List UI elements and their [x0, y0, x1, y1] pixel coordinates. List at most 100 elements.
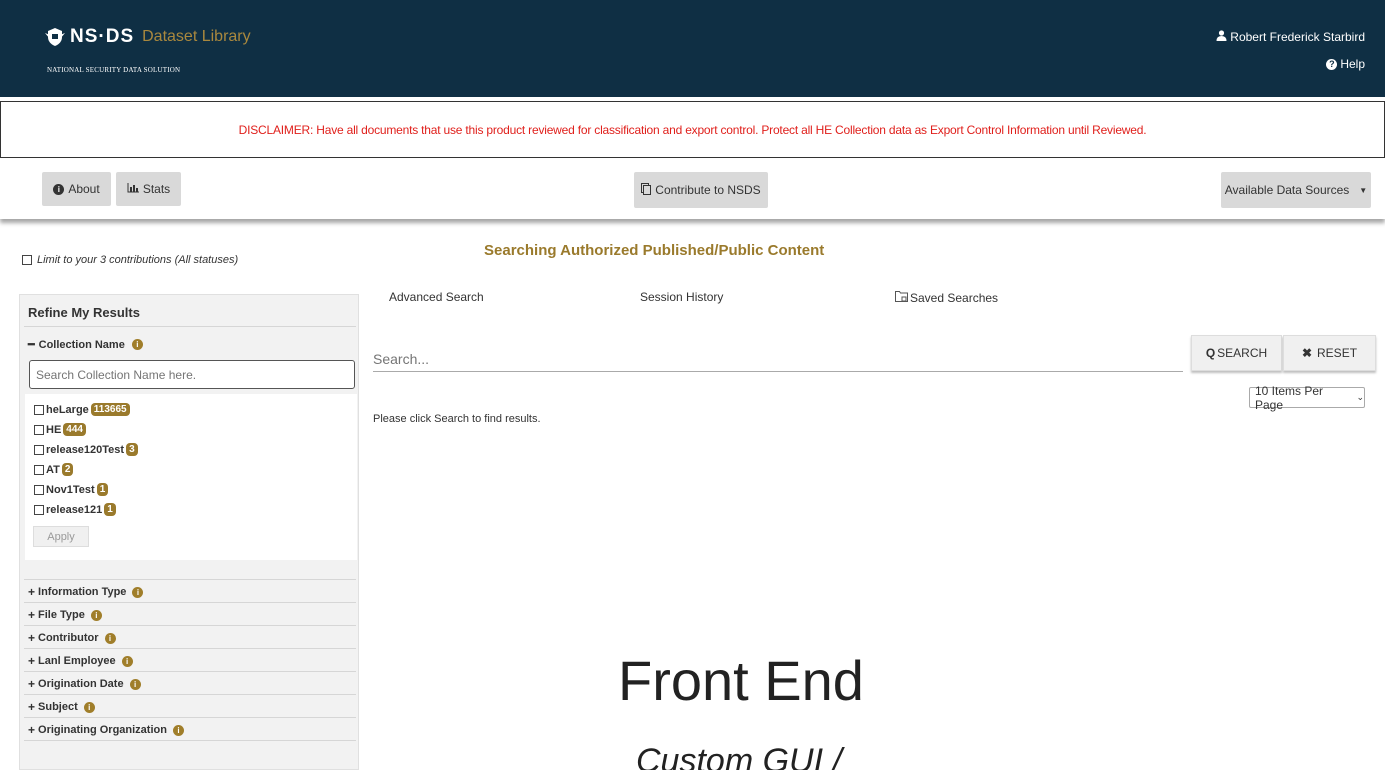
- info-icon: i: [53, 183, 65, 195]
- session-history-link[interactable]: Session History: [640, 290, 723, 304]
- divider: [24, 625, 356, 626]
- refine-panel: Refine My Results ━ Collection Name i he…: [19, 294, 359, 770]
- saved-searches-link[interactable]: Saved Searches: [895, 290, 998, 305]
- search-label: SEARCH: [1217, 346, 1268, 360]
- items-per-page-select[interactable]: 10 Items Per Page ⌄: [1249, 384, 1365, 412]
- collection-item[interactable]: AT 2: [34, 463, 74, 476]
- plus-icon: +: [28, 677, 36, 691]
- chevron-down-icon: ⌄: [1356, 392, 1364, 402]
- divider: [24, 671, 356, 672]
- checkbox[interactable]: [34, 404, 44, 415]
- facet-originating-organization[interactable]: + Originating Organization i: [28, 723, 184, 737]
- data-sources-dropdown[interactable]: Available Data Sources ▼: [1221, 172, 1371, 208]
- refine-title: Refine My Results: [28, 305, 140, 320]
- plus-icon: +: [28, 608, 36, 622]
- info-icon[interactable]: i: [104, 632, 116, 644]
- facet-file-type[interactable]: + File Type i: [28, 608, 102, 622]
- facet-label: Lanl Employee: [38, 655, 116, 667]
- checkbox[interactable]: [34, 504, 44, 515]
- user-name: Robert Frederick Starbird: [1230, 30, 1365, 44]
- close-icon: ✖: [1301, 346, 1313, 360]
- info-icon[interactable]: i: [121, 655, 133, 667]
- help-label: Help: [1340, 57, 1365, 71]
- collection-label: Nov1Test: [46, 483, 95, 496]
- info-icon[interactable]: i: [131, 339, 143, 350]
- user-menu[interactable]: Robert Frederick Starbird: [1216, 30, 1365, 44]
- checkbox[interactable]: [34, 464, 44, 475]
- count-badge: 1: [104, 503, 116, 516]
- logo-name: NS·DS: [70, 26, 135, 47]
- data-sources-label: Available Data Sources: [1224, 183, 1350, 197]
- bar-chart-icon: [127, 182, 139, 196]
- facet-label: Subject: [38, 701, 78, 713]
- overlay-title: Front End: [618, 649, 864, 712]
- apply-button[interactable]: Apply: [33, 526, 89, 547]
- plus-icon: +: [28, 654, 36, 668]
- plus-icon: +: [28, 700, 36, 714]
- plus-icon: +: [28, 631, 36, 645]
- collection-item[interactable]: heLarge 113665: [34, 403, 130, 416]
- count-badge: 113665: [90, 403, 130, 416]
- collection-list: heLarge 113665 HE 444 release120Test 3 A…: [25, 394, 357, 560]
- collection-item[interactable]: HE 444: [34, 423, 86, 436]
- divider: [24, 740, 356, 741]
- facet-lanl-employee[interactable]: + Lanl Employee i: [28, 654, 133, 668]
- searching-title: Searching Authorized Published/Public Co…: [484, 242, 825, 259]
- count-badge: 444: [63, 423, 86, 436]
- nsds-logo[interactable]: NS·DS Dataset Library: [44, 26, 251, 48]
- stats-button[interactable]: Stats: [116, 172, 181, 206]
- checkbox[interactable]: [34, 424, 44, 435]
- collection-label: release120Test: [46, 443, 125, 456]
- saved-searches-label: Saved Searches: [910, 290, 999, 305]
- disclaimer-banner: DISCLAIMER: Have all documents that use …: [0, 101, 1385, 158]
- collection-label: heLarge: [46, 403, 89, 416]
- disclaimer-text: DISCLAIMER: Have all documents that use …: [238, 122, 1147, 137]
- logo-subtitle: Dataset Library: [142, 28, 251, 45]
- divider: [24, 717, 356, 718]
- search-input[interactable]: [373, 338, 1183, 372]
- info-icon[interactable]: i: [172, 724, 184, 736]
- info-icon[interactable]: i: [83, 701, 95, 713]
- facet-origination-date[interactable]: + Origination Date i: [28, 677, 141, 691]
- checkbox[interactable]: [34, 444, 44, 455]
- stats-label: Stats: [142, 182, 171, 196]
- about-button[interactable]: i About: [42, 172, 111, 206]
- facet-information-type[interactable]: + Information Type i: [28, 585, 144, 599]
- checkbox[interactable]: [34, 484, 44, 495]
- facet-label: Originating Organization: [38, 724, 167, 736]
- collection-item[interactable]: release121 1: [34, 503, 116, 516]
- facet-label: Information Type: [38, 586, 127, 598]
- facet-label: Contributor: [38, 632, 99, 644]
- facet-label: Origination Date: [38, 678, 124, 690]
- contribute-button[interactable]: Contribute to NSDS: [634, 172, 768, 208]
- collection-item[interactable]: release120Test 3: [34, 443, 138, 456]
- limit-label: Limit to your 3 contributions (All statu…: [37, 254, 239, 266]
- results-prompt: Please click Search to find results.: [373, 413, 541, 425]
- info-icon[interactable]: i: [132, 586, 144, 598]
- divider: [24, 648, 356, 649]
- divider: [24, 326, 356, 327]
- search-button[interactable]: Q SEARCH: [1191, 335, 1282, 371]
- limit-contributions-checkbox[interactable]: Limit to your 3 contributions (All statu…: [22, 254, 238, 266]
- plus-icon: +: [28, 585, 36, 599]
- collection-name-toggle[interactable]: ━ Collection Name i: [28, 338, 143, 351]
- help-link[interactable]: ? Help: [1326, 57, 1365, 71]
- divider: [24, 694, 356, 695]
- info-icon[interactable]: i: [129, 678, 141, 690]
- facet-contributor[interactable]: + Contributor i: [28, 631, 116, 645]
- collection-label: release121: [46, 503, 103, 516]
- facet-subject[interactable]: + Subject i: [28, 700, 95, 714]
- divider: [24, 602, 356, 603]
- reset-button[interactable]: ✖ RESET: [1283, 335, 1376, 371]
- info-icon[interactable]: i: [90, 609, 102, 621]
- plus-icon: +: [28, 723, 36, 737]
- contribute-label: Contribute to NSDS: [655, 183, 761, 197]
- collection-heading: Collection Name: [38, 338, 125, 351]
- advanced-search-link[interactable]: Advanced Search: [389, 290, 484, 304]
- logo-tagline: NATIONAL SECURITY DATA SOLUTION: [47, 66, 181, 74]
- question-icon: ?: [1326, 58, 1338, 70]
- checkbox[interactable]: [22, 255, 32, 265]
- user-icon: [1216, 30, 1227, 44]
- collection-item[interactable]: Nov1Test 1: [34, 483, 109, 496]
- collection-search-input[interactable]: [29, 360, 355, 389]
